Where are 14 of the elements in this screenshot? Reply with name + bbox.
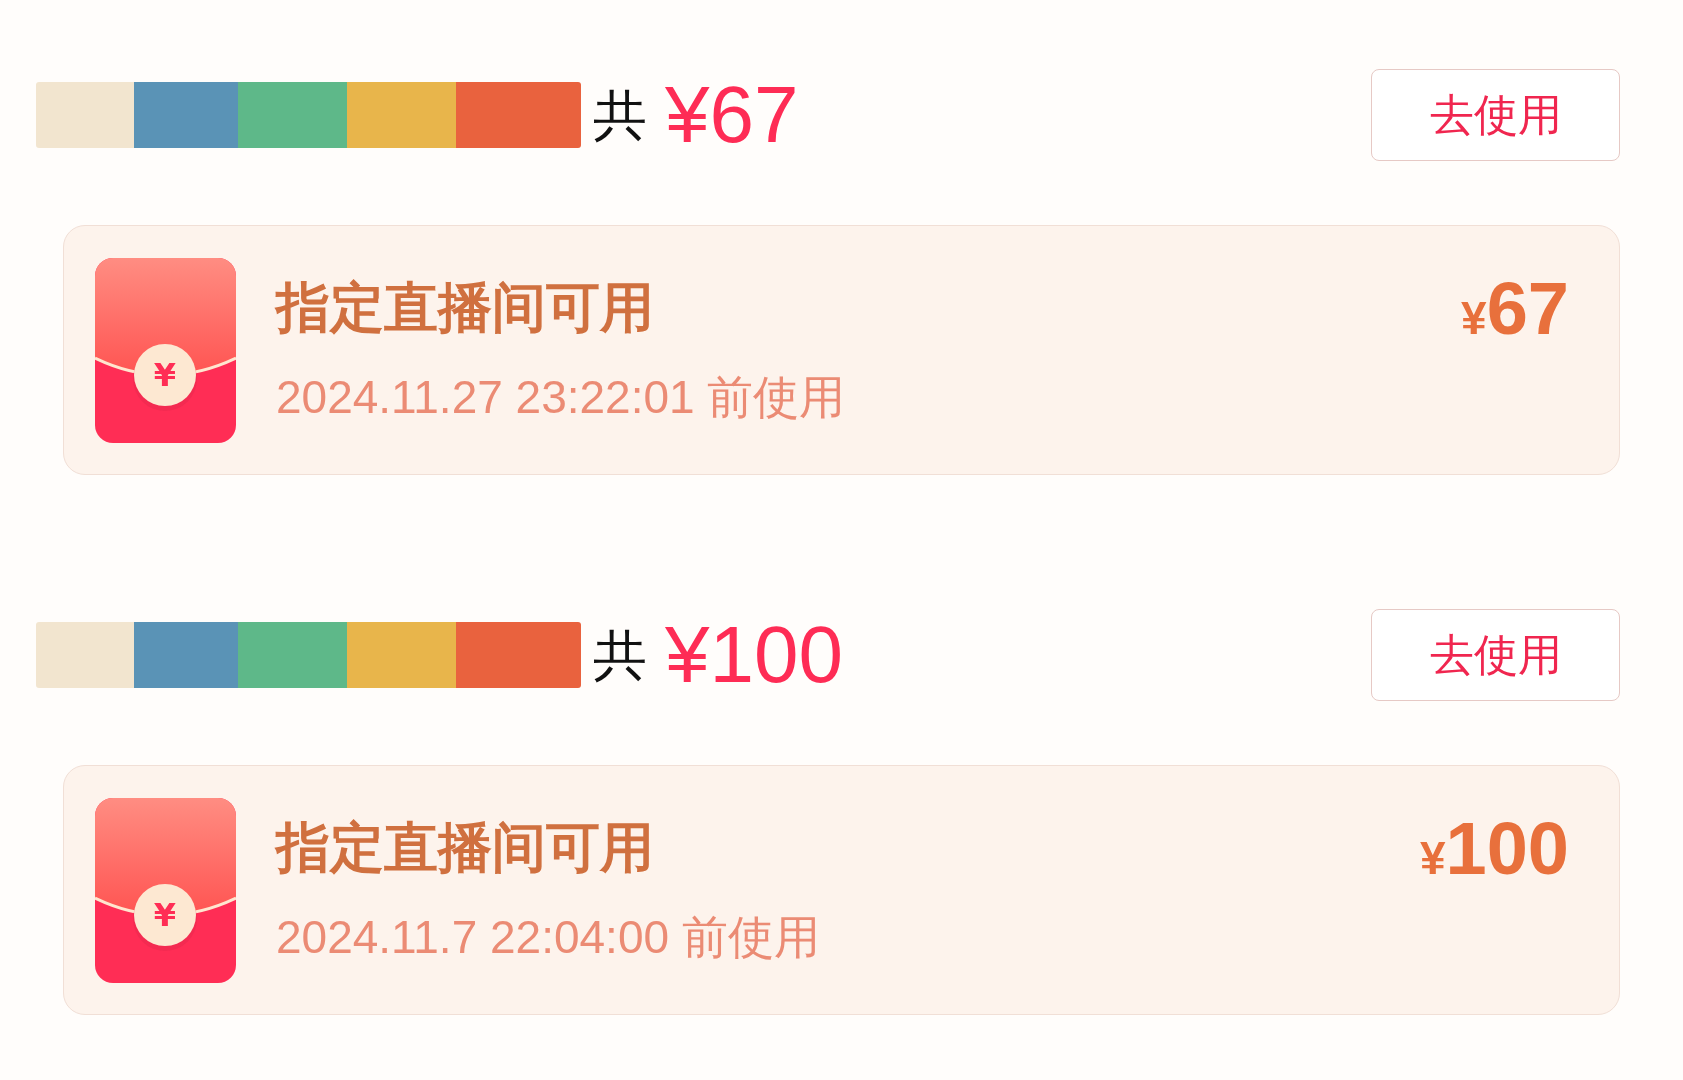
- total-amount: ¥67: [665, 71, 799, 159]
- coupon-expiry: 2024.11.7 22:04:00 前使用: [276, 909, 820, 965]
- total-label: 共: [593, 83, 647, 147]
- total-amount: ¥100: [665, 611, 843, 699]
- envelope-icon: ¥: [95, 257, 236, 443]
- coupon-amount: ¥67: [1461, 272, 1569, 346]
- coupon-amount: ¥100: [1419, 812, 1569, 886]
- coupon-expiry: 2024.11.27 23:22:01 前使用: [276, 369, 846, 425]
- envelope-icon: ¥: [95, 797, 236, 983]
- coupon-title: 指定直播间可用: [276, 816, 654, 879]
- use-button[interactable]: 去使用: [1371, 609, 1620, 701]
- total-label: 共: [593, 623, 647, 687]
- coupon-title: 指定直播间可用: [276, 276, 654, 339]
- use-button[interactable]: 去使用: [1371, 69, 1620, 161]
